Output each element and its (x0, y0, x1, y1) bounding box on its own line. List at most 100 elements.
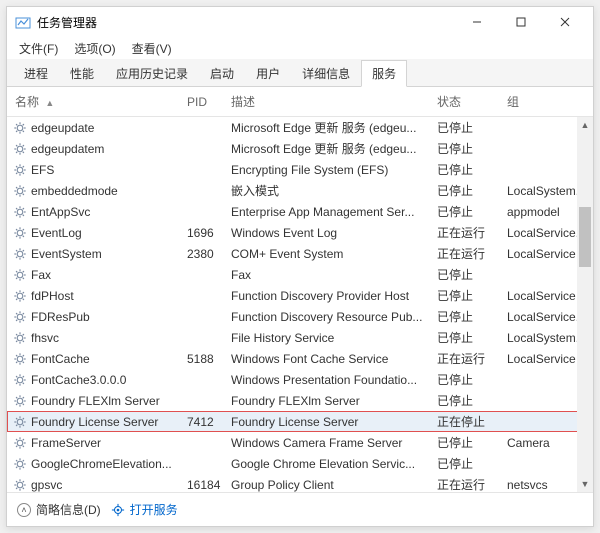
tab-processes[interactable]: 进程 (13, 60, 59, 86)
service-status: 正在运行 (437, 350, 507, 367)
footer: ˄ 简略信息(D) 打开服务 (7, 492, 593, 526)
service-desc: Enterprise App Management Ser... (231, 205, 437, 219)
service-desc: COM+ Event System (231, 247, 437, 261)
service-name: edgeupdate (31, 121, 187, 135)
service-name: edgeupdatem (31, 142, 187, 156)
service-row[interactable]: edgeupdatemMicrosoft Edge 更新 服务 (edgeu..… (7, 138, 593, 159)
service-name: EventSystem (31, 247, 187, 261)
service-desc: Google Chrome Elevation Servic... (231, 457, 437, 471)
service-status: 已停止 (437, 266, 507, 283)
service-row[interactable]: fhsvcFile History Service已停止LocalSystem.… (7, 327, 593, 348)
gear-icon (13, 394, 27, 408)
scroll-down-icon[interactable]: ▼ (577, 476, 593, 492)
service-group: appmodel (507, 205, 587, 219)
service-status: 已停止 (437, 308, 507, 325)
service-row[interactable]: FontCache3.0.0.0Windows Presentation Fou… (7, 369, 593, 390)
service-desc: File History Service (231, 331, 437, 345)
service-desc: Foundry License Server (231, 415, 437, 429)
tab-history[interactable]: 应用历史记录 (105, 60, 199, 86)
service-row[interactable]: EventLog1696Windows Event Log正在运行LocalSe… (7, 222, 593, 243)
service-row[interactable]: gpsvc16184Group Policy Client正在运行netsvcs (7, 474, 593, 492)
service-desc: Encrypting File System (EFS) (231, 163, 437, 177)
menu-file[interactable]: 文件(F) (11, 38, 66, 59)
sort-arrow-icon: ▲ (45, 98, 54, 108)
service-pid: 1696 (187, 226, 231, 240)
service-row[interactable]: EventSystem2380COM+ Event System正在运行Loca… (7, 243, 593, 264)
chevron-up-icon: ˄ (17, 503, 31, 517)
close-button[interactable] (545, 10, 585, 34)
service-desc: Function Discovery Provider Host (231, 289, 437, 303)
service-desc: 嵌入模式 (231, 182, 437, 199)
service-name: EventLog (31, 226, 187, 240)
gear-icon (13, 184, 27, 198)
service-status: 已停止 (437, 140, 507, 157)
service-desc: Windows Presentation Foundatio... (231, 373, 437, 387)
service-desc: Windows Event Log (231, 226, 437, 240)
service-group: LocalService (507, 352, 587, 366)
service-name: gpsvc (31, 478, 187, 492)
table-body[interactable]: edgeupdate Microsoft Edge 更新 服务 (edgeu...… (7, 117, 593, 492)
service-desc: Windows Camera Frame Server (231, 436, 437, 450)
gear-icon (13, 331, 27, 345)
tab-services[interactable]: 服务 (361, 60, 407, 87)
open-services-link[interactable]: 打开服务 (111, 501, 178, 518)
service-row[interactable]: edgeupdate Microsoft Edge 更新 服务 (edgeu...… (7, 117, 593, 138)
header-name[interactable]: 名称 ▲ (7, 93, 187, 110)
service-desc: Microsoft Edge 更新 服务 (edgeu... (231, 119, 437, 136)
service-row[interactable]: GoogleChromeElevation...Google Chrome El… (7, 453, 593, 474)
content: 名称 ▲ PID 描述 状态 组 edgeupdate Microsoft Edg… (7, 87, 593, 492)
service-row[interactable]: EntAppSvcEnterprise App Management Ser..… (7, 201, 593, 222)
service-name: FDResPub (31, 310, 187, 324)
header-pid[interactable]: PID (187, 95, 231, 109)
service-group: Camera (507, 436, 587, 450)
service-name: embeddedmode (31, 184, 187, 198)
header-group[interactable]: 组 (507, 93, 587, 110)
service-row[interactable]: embeddedmode嵌入模式已停止LocalSystem... (7, 180, 593, 201)
scrollbar-track[interactable]: ▲ ▼ (577, 117, 593, 492)
service-row[interactable]: Foundry License Server7412Foundry Licens… (7, 411, 593, 432)
service-desc: Windows Font Cache Service (231, 352, 437, 366)
tab-users[interactable]: 用户 (245, 60, 291, 86)
header-name-label: 名称 (15, 95, 39, 109)
service-name: FontCache (31, 352, 187, 366)
service-desc: Group Policy Client (231, 478, 437, 492)
service-name: Foundry License Server (31, 415, 187, 429)
scrollbar-thumb[interactable] (579, 207, 591, 267)
header-desc[interactable]: 描述 (231, 93, 437, 110)
tab-startup[interactable]: 启动 (199, 60, 245, 86)
services-icon (111, 503, 125, 517)
tab-details[interactable]: 详细信息 (291, 60, 361, 86)
service-name: EFS (31, 163, 187, 177)
maximize-button[interactable] (501, 10, 541, 34)
minimize-button[interactable] (457, 10, 497, 34)
service-status: 已停止 (437, 371, 507, 388)
open-services-label: 打开服务 (130, 501, 178, 518)
service-row[interactable]: fdPHostFunction Discovery Provider Host已… (7, 285, 593, 306)
service-row[interactable]: FrameServerWindows Camera Frame Server已停… (7, 432, 593, 453)
minimize-icon (472, 17, 482, 27)
gear-icon (13, 121, 27, 135)
service-row[interactable]: FaxFax已停止 (7, 264, 593, 285)
tab-performance[interactable]: 性能 (59, 60, 105, 86)
brief-info-label: 简略信息(D) (36, 501, 101, 518)
brief-info-button[interactable]: ˄ 简略信息(D) (17, 501, 101, 518)
service-row[interactable]: EFSEncrypting File System (EFS)已停止 (7, 159, 593, 180)
service-status: 已停止 (437, 203, 507, 220)
service-row[interactable]: FontCache5188Windows Font Cache Service正… (7, 348, 593, 369)
service-name: FrameServer (31, 436, 187, 450)
service-group: LocalService... (507, 310, 587, 324)
service-status: 正在停止 (437, 413, 507, 430)
service-row[interactable]: FDResPubFunction Discovery Resource Pub.… (7, 306, 593, 327)
header-status[interactable]: 状态 (437, 93, 507, 110)
gear-icon (13, 352, 27, 366)
task-manager-window: 任务管理器 文件(F) 选项(O) 查看(V) 进程 性能 应用历史记录 启动 … (6, 6, 594, 527)
menu-view[interactable]: 查看(V) (124, 38, 180, 59)
gear-icon (13, 310, 27, 324)
service-status: 正在运行 (437, 245, 507, 262)
service-row[interactable]: Foundry FLEXlm ServerFoundry FLEXlm Serv… (7, 390, 593, 411)
menu-options[interactable]: 选项(O) (66, 38, 123, 59)
service-status: 已停止 (437, 287, 507, 304)
scroll-up-icon[interactable]: ▲ (577, 117, 593, 133)
service-status: 已停止 (437, 119, 507, 136)
service-pid: 16184 (187, 478, 231, 492)
